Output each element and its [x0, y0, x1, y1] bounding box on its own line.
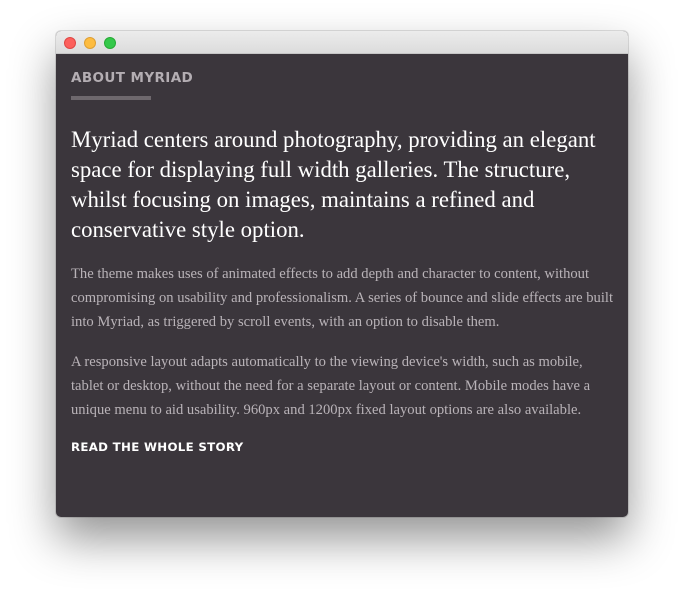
close-window-button[interactable] [64, 37, 76, 49]
section-heading: ABOUT MYRIAD [71, 70, 194, 86]
minimize-window-button[interactable] [84, 37, 96, 49]
body-paragraph-2: A responsive layout adapts automatically… [71, 354, 591, 418]
about-section: ABOUT MYRIAD Myriad centers around photo… [71, 54, 616, 456]
lead-paragraph: Myriad centers around photography, provi… [71, 127, 596, 242]
read-more-link[interactable]: READ THE WHOLE STORY [71, 439, 243, 455]
maximize-window-button[interactable] [104, 37, 116, 49]
window-titlebar[interactable] [56, 31, 628, 54]
body-paragraph-1: The theme makes uses of animated effects… [71, 266, 614, 330]
heading-underline [71, 96, 151, 100]
app-window: ABOUT MYRIAD Myriad centers around photo… [56, 31, 628, 517]
